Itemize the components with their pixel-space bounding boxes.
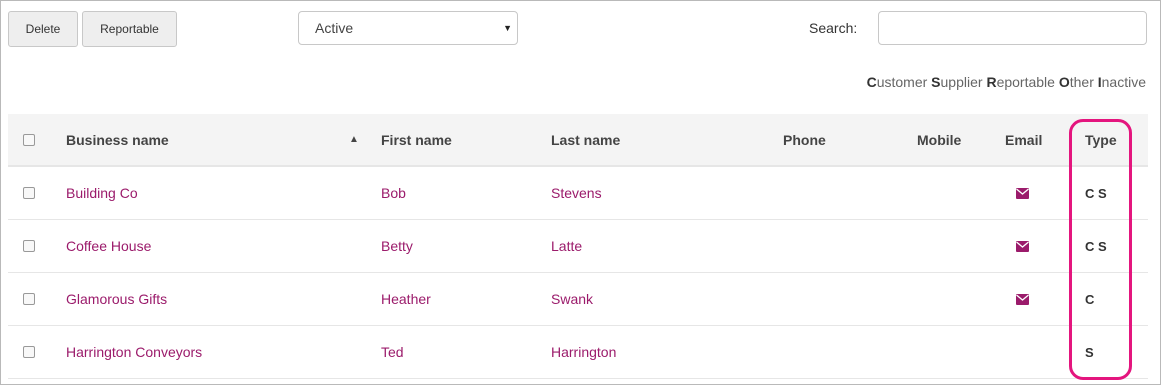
legend-item: Other (1059, 74, 1094, 90)
select-all-checkbox-cell (23, 114, 35, 165)
table-row: Coffee House Betty Latte C S (8, 220, 1148, 273)
legend-item: Customer (867, 74, 928, 90)
row-checkbox[interactable] (23, 293, 35, 305)
legend-item: Inactive (1098, 74, 1146, 90)
row-checkbox-cell (23, 326, 35, 378)
delete-button[interactable]: Delete (8, 11, 78, 47)
type-cell: C S (1085, 185, 1107, 201)
last-name-link[interactable]: Swank (551, 273, 593, 325)
legend-item: Supplier (931, 74, 982, 90)
row-checkbox-cell (23, 273, 35, 325)
table-body: Building Co Bob Stevens C S Coffee House Bett… (8, 167, 1148, 379)
select-all-checkbox[interactable] (23, 133, 35, 146)
header-last-name[interactable]: Last name (551, 114, 620, 165)
sort-asc-icon[interactable]: ▲ (349, 114, 359, 165)
first-name-link[interactable]: Bob (381, 167, 406, 219)
legend-label: ustomer (876, 74, 928, 90)
reportable-button[interactable]: Reportable (82, 11, 177, 47)
first-name-link[interactable]: Ted (381, 326, 404, 378)
legend-label: nactive (1101, 74, 1146, 90)
table-header: Business name ▲ First name Last name Pho… (8, 114, 1148, 167)
row-checkbox[interactable] (23, 187, 35, 199)
business-name-link[interactable]: Glamorous Gifts (66, 273, 167, 325)
header-phone[interactable]: Phone (783, 114, 826, 165)
search-label: Search: (809, 20, 858, 36)
legend-label: ther (1069, 74, 1094, 90)
table-row: Building Co Bob Stevens C S (8, 167, 1148, 220)
header-email[interactable]: Email (1005, 114, 1042, 165)
last-name-link[interactable]: Stevens (551, 167, 602, 219)
header-type[interactable]: Type (1085, 114, 1117, 165)
caret-down-icon: ▼ (503, 23, 512, 33)
legend-item: Reportable (986, 74, 1055, 90)
legend-label: upplier (940, 74, 983, 90)
envelope-icon[interactable] (1016, 273, 1029, 325)
contacts-panel: Delete Reportable Active ▼ Search: Custo… (0, 0, 1161, 385)
business-name-link[interactable]: Coffee House (66, 220, 151, 272)
table-row: Glamorous Gifts Heather Swank C (8, 273, 1148, 326)
legend-key: S (931, 74, 941, 90)
last-name-link[interactable]: Harrington (551, 326, 616, 378)
search-input[interactable] (878, 11, 1147, 45)
last-name-link[interactable]: Latte (551, 220, 582, 272)
header-mobile[interactable]: Mobile (917, 114, 961, 165)
business-name-link[interactable]: Building Co (66, 167, 138, 219)
row-checkbox[interactable] (23, 240, 35, 252)
row-checkbox[interactable] (23, 346, 35, 358)
row-checkbox-cell (23, 220, 35, 272)
type-cell: S (1085, 344, 1094, 360)
type-cell: C (1085, 291, 1095, 307)
business-name-link[interactable]: Harrington Conveyors (66, 326, 202, 378)
first-name-link[interactable]: Heather (381, 273, 431, 325)
table-row: Harrington Conveyors Ted Harrington S (8, 326, 1148, 379)
header-first-name[interactable]: First name (381, 114, 452, 165)
type-legend: Customer Supplier Reportable Other Inact… (867, 74, 1146, 90)
status-filter-value: Active (315, 20, 354, 36)
legend-key: R (986, 74, 997, 90)
legend-key: O (1058, 74, 1070, 90)
first-name-link[interactable]: Betty (381, 220, 413, 272)
status-filter-select[interactable]: Active ▼ (298, 11, 518, 45)
envelope-icon[interactable] (1016, 167, 1029, 219)
contacts-table: Business name ▲ First name Last name Pho… (8, 114, 1148, 379)
legend-label: eportable (996, 74, 1055, 90)
row-checkbox-cell (23, 167, 35, 219)
envelope-icon[interactable] (1016, 220, 1029, 272)
legend-key: C (866, 74, 877, 90)
header-business-name[interactable]: Business name (66, 114, 169, 165)
type-cell: C S (1085, 238, 1107, 254)
